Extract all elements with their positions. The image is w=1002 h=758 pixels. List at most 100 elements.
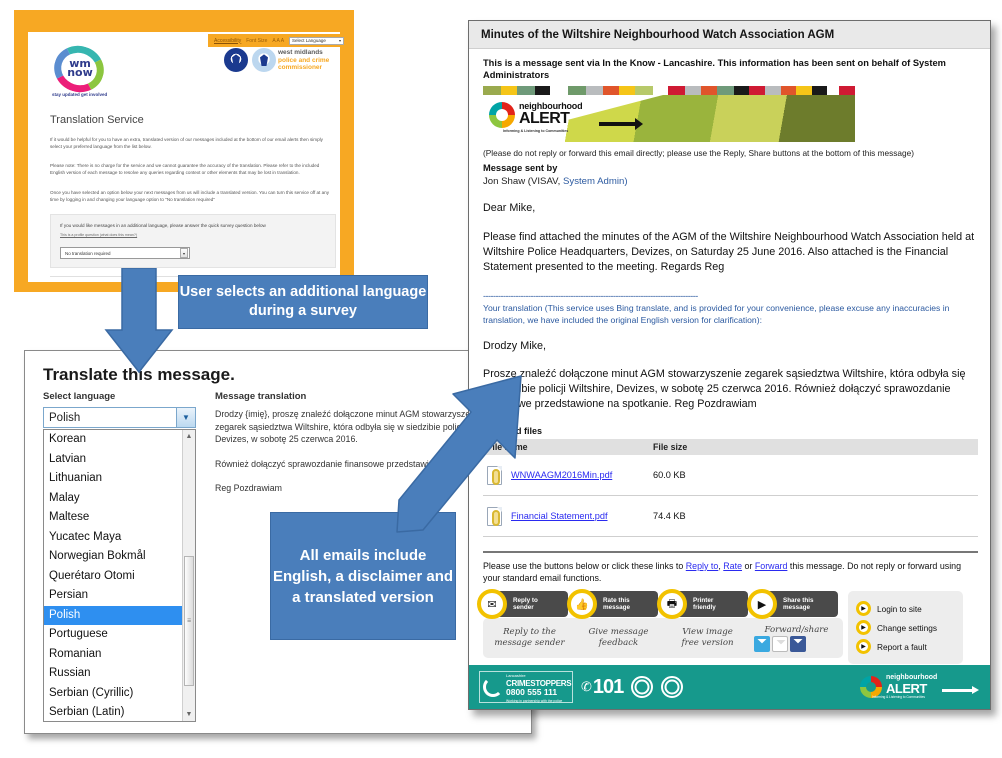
selected-language-value: Polish bbox=[49, 411, 81, 424]
crimestoppers-swoosh-icon bbox=[483, 677, 503, 697]
language-option[interactable]: Maltese bbox=[44, 508, 182, 528]
select-language-value: Select Language bbox=[292, 38, 326, 43]
language-option[interactable]: Korean bbox=[44, 430, 182, 450]
translated-greeting: Drodzy Mike, bbox=[483, 340, 546, 352]
email-action-caption: Reply to the message sender bbox=[494, 627, 565, 648]
file-size-column-header: File size bbox=[653, 442, 688, 452]
scrollbar-thumb[interactable] bbox=[184, 556, 194, 686]
neighbourhood-alert-logo: neighbourhood ALERT Informing & Listenin… bbox=[489, 98, 643, 138]
action-caption-row: Reply to the message sender Give message fe… bbox=[483, 618, 843, 658]
down-arrow-annotation bbox=[104, 268, 174, 374]
secondary-link-label: Report a fault bbox=[877, 641, 927, 652]
printer-icon: 🖶 bbox=[657, 589, 687, 619]
sender-name: Jon Shaw (VISAV, bbox=[483, 176, 561, 187]
language-option[interactable]: Norwegian Bokmål bbox=[44, 547, 182, 567]
intro-paragraph-1: If it would be helpful for you to have a… bbox=[50, 137, 323, 149]
action-button-row: ✉ Reply to sender 👍 Rate this message 🖶 Printer… bbox=[477, 589, 843, 619]
email-subject-bar: Minutes of the Wiltshire Neighbourhood W… bbox=[469, 21, 990, 49]
email-green-footer: Lancashire CRIMESTOPPERS 0800 555 111 Wo… bbox=[469, 665, 990, 709]
language-option[interactable]: Serbian (Latin) bbox=[44, 703, 182, 721]
language-option[interactable]: Polish bbox=[44, 605, 182, 625]
survey-question-box: If you would like messages in an additio… bbox=[50, 214, 336, 268]
thumbs-up-icon: 👍 bbox=[567, 589, 597, 619]
alert-footer-line2: ALERT bbox=[886, 681, 927, 696]
social-share-icons[interactable] bbox=[754, 635, 841, 652]
rate-link[interactable]: Rate bbox=[723, 561, 742, 571]
email-share-icon[interactable] bbox=[772, 635, 788, 652]
email-subject: Minutes of the Wiltshire Neighbourhood W… bbox=[481, 28, 835, 41]
language-option[interactable]: Lithuanian bbox=[44, 469, 182, 489]
language-option[interactable]: Malay bbox=[44, 489, 182, 509]
secondary-links-group: ▶ Login to site ▶ Change settings ▶ Report a … bbox=[848, 591, 963, 664]
language-option[interactable]: Portuguese bbox=[44, 625, 182, 645]
secondary-link-item[interactable]: ▶ Report a fault bbox=[856, 639, 963, 654]
language-option[interactable]: Russian bbox=[44, 664, 182, 684]
language-option[interactable]: Serbian (Cyrillic) bbox=[44, 684, 182, 704]
profile-question-link[interactable]: This is a profile question (what does th… bbox=[60, 233, 137, 237]
logo-wordmark: wm now bbox=[67, 57, 93, 79]
logo-tagline: stay updated get involved bbox=[52, 92, 108, 97]
listbox-scrollbar[interactable]: ▲ ▼ bbox=[182, 430, 195, 721]
chevron-down-icon[interactable]: ▼ bbox=[176, 408, 195, 427]
email-action-button-label: Reply to sender bbox=[513, 596, 538, 612]
crimestoppers-sub: Working in partnership with the police bbox=[506, 699, 563, 703]
callout-survey: User selects an additional language duri… bbox=[178, 275, 428, 329]
table-row[interactable]: Financial Statement.pdf 74.4 KB bbox=[483, 496, 978, 537]
attachment-link[interactable]: Financial Statement.pdf bbox=[511, 511, 608, 521]
attachment-link[interactable]: WNWAAGM2016Min.pdf bbox=[511, 470, 612, 480]
message-sent-by-label: Message sent by bbox=[483, 163, 558, 173]
phone-icon: ✆ bbox=[581, 679, 592, 694]
language-option[interactable]: Persian bbox=[44, 586, 182, 606]
email-action-buttons: ✉ Reply to sender 👍 Rate this message 🖶 Printer… bbox=[477, 589, 976, 664]
alert-ring-icon bbox=[489, 102, 515, 128]
language-option[interactable]: Romanian bbox=[44, 645, 182, 665]
translation-language-select[interactable]: No translation required ▾ bbox=[60, 247, 190, 259]
scroll-up-icon[interactable]: ▲ bbox=[183, 430, 195, 443]
email-main-body: Please find attached the minutes of the … bbox=[483, 231, 975, 273]
select-language-dropdown[interactable]: Select Language ▾ bbox=[289, 36, 345, 45]
email-action-button[interactable]: ✉ Reply to sender bbox=[477, 589, 568, 619]
secondary-link-item[interactable]: ▶ Change settings bbox=[856, 620, 963, 635]
email-action-button[interactable]: 👍 Rate this message bbox=[567, 589, 658, 619]
font-size-label: Font Size bbox=[246, 37, 268, 44]
play-icon: ▶ bbox=[856, 601, 871, 616]
language-listbox[interactable]: Korean Latvian Lithuanian Malay Maltese Yucat… bbox=[43, 429, 196, 722]
101-number: 101 bbox=[592, 675, 624, 698]
alert-logo-line2: ALERT bbox=[519, 110, 570, 127]
email-action-button-label: Share this message bbox=[783, 596, 814, 612]
reply-to-link[interactable]: Reply to bbox=[686, 561, 719, 571]
secondary-link-label: Login to site bbox=[877, 603, 922, 614]
attached-files-table: File name File size WNWAAGM2016Min.pdf 6… bbox=[483, 439, 978, 537]
select-language-label: Select language bbox=[43, 391, 116, 402]
language-combobox[interactable]: Polish ▼ bbox=[43, 407, 196, 428]
accessibility-link[interactable]: Accessibility bbox=[214, 38, 241, 44]
do-not-reply-note: (Please do not reply or forward this ema… bbox=[483, 148, 915, 158]
footer-instructions: Please use the buttons below or click th… bbox=[483, 560, 976, 584]
sender-role-link[interactable]: System Admin) bbox=[563, 176, 628, 187]
facebook-share-icon[interactable] bbox=[790, 635, 806, 652]
email-intro-text: This is a message sent via In the Know -… bbox=[483, 58, 946, 80]
alert-arrow-icon bbox=[942, 686, 979, 694]
neighbourhood-alert-footer-logo: neighbourhood ALERT Informing & Listenin… bbox=[860, 672, 980, 702]
font-size-options[interactable]: A A A bbox=[272, 38, 284, 44]
email-action-button[interactable]: ▶ Share this message bbox=[747, 589, 838, 619]
primary-action-group: ✉ Reply to sender 👍 Rate this message 🖶 Printer… bbox=[477, 589, 843, 658]
secondary-link-item[interactable]: ▶ Login to site bbox=[856, 601, 963, 616]
attached-files-title: Attached files bbox=[483, 426, 543, 436]
forward-link[interactable]: Forward bbox=[755, 561, 788, 571]
email-action-caption: View image free version bbox=[681, 627, 734, 648]
wm-now-logo: wm now stay updated get involved bbox=[48, 39, 110, 106]
email-action-button[interactable]: 🖶 Printer friendly bbox=[657, 589, 748, 619]
footer-text-pre: Please use the buttons below or click th… bbox=[483, 561, 686, 571]
language-option-list[interactable]: Korean Latvian Lithuanian Malay Maltese Yucat… bbox=[44, 430, 182, 721]
language-option[interactable]: Latvian bbox=[44, 450, 182, 470]
scroll-down-icon[interactable]: ▼ bbox=[183, 708, 195, 721]
language-option[interactable]: Querétaro Otomi bbox=[44, 567, 182, 587]
play-icon: ▶ bbox=[856, 639, 871, 654]
constabulary-crest-icon bbox=[631, 676, 654, 698]
language-option[interactable]: Yucatec Maya bbox=[44, 528, 182, 548]
email-action-caption: Forward/share bbox=[752, 625, 841, 652]
email-action-caption: Give message feedback bbox=[588, 627, 649, 648]
twitter-share-icon[interactable] bbox=[754, 635, 770, 652]
table-row[interactable]: WNWAAGM2016Min.pdf 60.0 KB bbox=[483, 455, 978, 496]
